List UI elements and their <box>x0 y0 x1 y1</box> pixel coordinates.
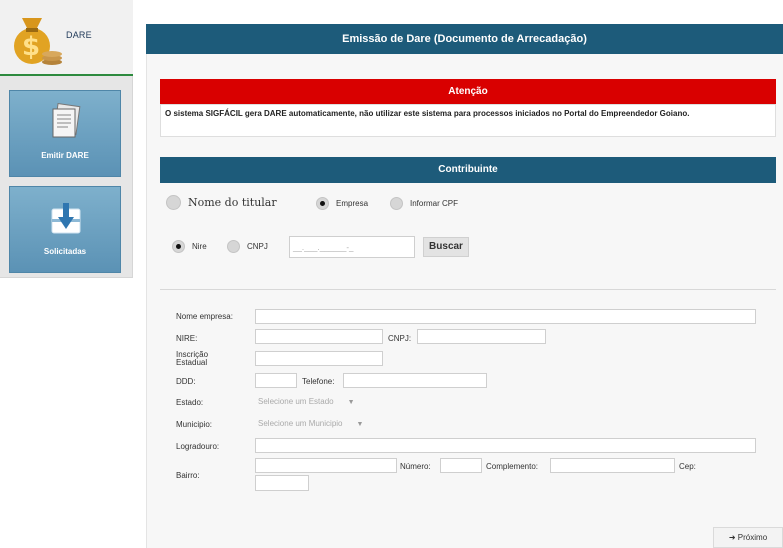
brand-area: $ DARE <box>0 0 133 76</box>
brand-label: DARE <box>66 30 92 40</box>
radio-empresa[interactable]: Empresa <box>316 197 368 210</box>
numero-field[interactable] <box>440 458 482 473</box>
radio-nome-titular[interactable]: Nome do titular <box>166 195 277 210</box>
search-input[interactable]: __.___.______-_ <box>289 236 415 258</box>
sidebar: $ DARE Emitir DARE Solicitadas <box>0 0 133 278</box>
telefone-field[interactable] <box>343 373 487 388</box>
radio-dot <box>166 195 181 210</box>
chevron-down-icon: ▼ <box>356 421 364 428</box>
nome-empresa-field[interactable] <box>255 309 756 324</box>
cep-field[interactable] <box>255 475 309 491</box>
alert-title: Atenção <box>160 79 776 104</box>
bairro-field[interactable] <box>255 458 397 473</box>
municipio-select-value: Selecione um Municipio <box>258 419 343 428</box>
radio-dot <box>172 240 185 253</box>
inscricao-field[interactable] <box>255 351 383 366</box>
estado-select-value: Selecione um Estado <box>258 397 334 406</box>
radio-nire[interactable]: Nire <box>172 240 207 253</box>
download-box-icon <box>51 203 81 234</box>
label-municipio: Municipio: <box>176 420 213 429</box>
radio-label: Empresa <box>336 199 369 208</box>
label-complemento: Complemento: <box>486 462 539 471</box>
page-title: Emissão de Dare (Documento de Arrecadaçã… <box>146 24 783 54</box>
next-button-label: Próximo <box>737 533 768 542</box>
radio-dot <box>227 240 240 253</box>
next-button[interactable]: ➜ Próximo <box>713 527 783 548</box>
label-cep: Cep: <box>679 462 696 471</box>
radio-label: Nire <box>192 242 207 251</box>
sidebar-item-label: Solicitadas <box>43 247 87 256</box>
radio-label: Nome do titular <box>188 196 277 209</box>
radio-dot <box>316 197 329 210</box>
ddd-field[interactable] <box>255 373 297 388</box>
divider <box>160 289 776 290</box>
radio-label: CNPJ <box>247 242 268 251</box>
estado-select[interactable]: Selecione um Estado ▼ <box>255 394 380 409</box>
cnpj-field[interactable] <box>417 329 546 344</box>
sidebar-item-label: Emitir DARE <box>41 151 89 160</box>
label-ddd: DDD: <box>176 377 196 386</box>
complemento-field[interactable] <box>550 458 675 473</box>
label-estado: Estado: <box>176 398 204 407</box>
nire-field[interactable] <box>255 329 383 344</box>
contribuinte-title: Contribuinte <box>160 157 776 183</box>
alert-message: O sistema SIGFÁCIL gera DARE automaticam… <box>160 104 776 137</box>
sidebar-item-emitir-dare[interactable]: Emitir DARE <box>9 90 121 177</box>
chevron-down-icon: ▼ <box>347 399 355 406</box>
label-nome-empresa: Nome empresa: <box>176 312 233 321</box>
buscar-button[interactable]: Buscar <box>423 237 469 257</box>
label-numero: Número: <box>400 462 431 471</box>
money-bag-icon: $ <box>14 18 62 65</box>
municipio-select[interactable]: Selecione um Municipio ▼ <box>255 416 395 431</box>
label-inscricao: Inscrição Estadual <box>176 350 209 367</box>
sidebar-item-solicitadas[interactable]: Solicitadas <box>9 186 121 273</box>
arrow-right-icon: ➜ <box>728 533 736 542</box>
logradouro-field[interactable] <box>255 438 756 453</box>
label-cnpj: CNPJ: <box>388 334 412 343</box>
documents-icon <box>52 103 81 138</box>
radio-dot <box>390 197 403 210</box>
radio-informar-cpf[interactable]: Informar CPF <box>390 197 458 210</box>
radio-label: Informar CPF <box>410 199 459 208</box>
label-logradouro: Logradouro: <box>176 442 220 451</box>
label-bairro: Bairro: <box>176 471 200 480</box>
svg-text:$: $ <box>22 32 40 62</box>
label-telefone: Telefone: <box>302 377 335 386</box>
label-nire: NIRE: <box>176 334 198 343</box>
radio-cnpj[interactable]: CNPJ <box>227 240 268 253</box>
